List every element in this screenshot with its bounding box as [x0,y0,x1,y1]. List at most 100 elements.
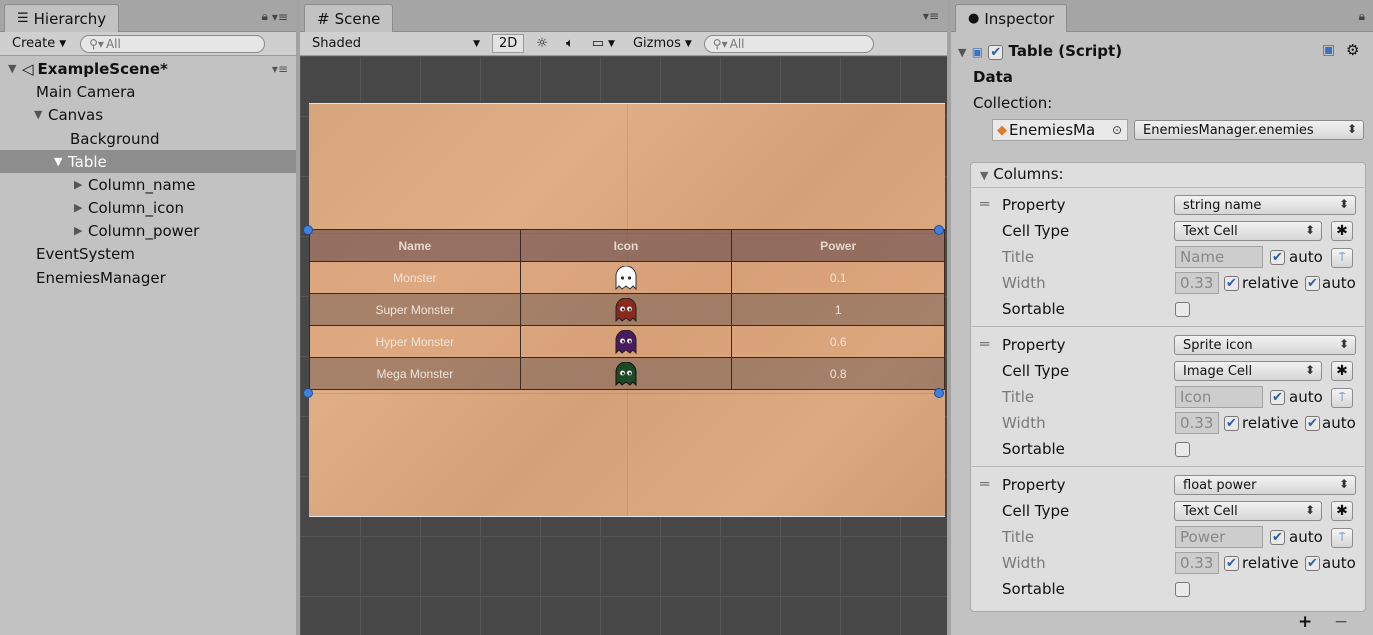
hierarchy-item-label: Column_name [88,175,196,194]
effects-toggle[interactable]: ▭ ▼ [586,35,621,52]
width-field[interactable]: 0.33 [1175,552,1219,574]
scene-tab-menu[interactable]: ▾≡ [923,9,939,23]
hierarchy-item-table[interactable]: ▼ Table [0,150,296,173]
cell-settings-button[interactable]: ✱ [1331,361,1353,381]
cell-type-dropdown[interactable]: Image Cell ⬍ [1174,361,1322,381]
add-column-button[interactable]: + [1298,612,1312,632]
property-value: float power [1183,477,1257,493]
object-picker-icon[interactable]: ⊙ [1112,123,1122,137]
menu-icon[interactable]: ▾≡ [923,9,939,23]
sortable-checkbox[interactable] [1175,302,1190,317]
lighting-toggle[interactable]: ☼ [530,35,554,52]
collection-object-value: EnemiesMa [1009,121,1096,139]
chevron-down-icon: ▼ [473,38,480,49]
audio-toggle[interactable]: 🔈︎ [560,35,580,52]
hierarchy-toolbar: Create ▼ ⚲▾ All [0,32,296,56]
component-enabled-checkbox[interactable]: ✔ [988,45,1004,60]
inspector-tab-menu[interactable]: 🔒︎ [1359,9,1365,24]
gizmos-dropdown[interactable]: Gizmos ▼ [627,35,698,52]
hierarchy-item-main-camera[interactable]: Main Camera [0,80,296,103]
expand-arrow-icon[interactable]: ▼ [958,46,966,59]
hierarchy-item-canvas[interactable]: ▼ Canvas [0,103,296,126]
cell-type-dropdown[interactable]: Text Cell ⬍ [1174,221,1322,241]
expand-arrow-icon[interactable]: ▼ [54,155,68,168]
hierarchy-item-column-name[interactable]: ▶ Column_name [0,173,296,196]
remove-column-button[interactable]: − [1334,612,1348,632]
property-dropdown[interactable]: string name ⬍ [1174,195,1356,215]
localize-button[interactable]: ⍑ [1331,248,1353,268]
rect-handle-top-right[interactable] [934,225,944,235]
collapse-arrow-icon[interactable]: ▶ [74,224,88,237]
localize-button[interactable]: ⍑ [1331,388,1353,408]
title-auto-checkbox[interactable]: ✔ [1270,250,1285,265]
width-relative-checkbox[interactable]: ✔ [1224,276,1239,291]
width-field[interactable]: 0.33 [1175,272,1219,294]
tab-scene[interactable]: # Scene [304,4,394,32]
width-auto-checkbox[interactable]: ✔ [1305,556,1320,571]
title-auto-checkbox[interactable]: ✔ [1270,530,1285,545]
mode-2d-toggle[interactable]: 2D [492,34,525,53]
scene-root-row[interactable]: ▼ ◁ ExampleScene* ▾≡ [0,57,296,80]
speaker-icon: 🔈︎ [565,36,574,51]
cell-type-label: Cell Type [1002,502,1070,520]
sortable-checkbox[interactable] [1175,582,1190,597]
ghost-icon [615,329,637,354]
tab-inspector[interactable]: ● Inspector [955,4,1068,32]
localize-button[interactable]: ⍑ [1331,528,1353,548]
hierarchy-tab-menu[interactable]: 🔒︎ ▾≡ [262,9,288,24]
title-auto-checkbox[interactable]: ✔ [1270,390,1285,405]
create-button[interactable]: Create ▼ [6,35,72,52]
cell-type-dropdown[interactable]: Text Cell ⬍ [1174,501,1322,521]
columns-foldout[interactable]: ▼ Columns: [980,165,1064,183]
expand-arrow-icon[interactable]: ▼ [980,169,988,182]
table-preview[interactable]: Name Icon Power Monster 0.1 Super Monste… [309,229,945,390]
ghost-icon [615,297,637,322]
sortable-checkbox[interactable] [1175,442,1190,457]
cell-settings-button[interactable]: ✱ [1331,221,1353,241]
menu-icon[interactable]: ▾≡ [272,10,288,24]
title-field[interactable]: Icon [1175,386,1263,408]
width-relative-checkbox[interactable]: ✔ [1224,556,1239,571]
mode-2d-label: 2D [499,36,518,51]
scene-search-input[interactable]: ⚲▾ All [703,34,874,53]
width-field[interactable]: 0.33 [1175,412,1219,434]
property-dropdown[interactable]: float power ⬍ [1174,475,1356,495]
collection-member-dropdown[interactable]: EnemiesManager.enemies ⬍ [1134,120,1364,140]
divider [972,326,1364,327]
width-relative-checkbox[interactable]: ✔ [1224,416,1239,431]
rect-handle-bottom-right[interactable] [934,388,944,398]
lock-icon[interactable]: 🔒︎ [262,9,268,24]
expand-arrow-icon[interactable]: ▼ [34,108,48,121]
drag-handle-icon[interactable]: ═ [980,335,989,353]
expand-arrow-icon[interactable]: ▼ [8,62,22,75]
hierarchy-item-background[interactable]: Background [0,127,296,150]
width-auto-checkbox[interactable]: ✔ [1305,276,1320,291]
table-cell-name: Super Monster [309,293,521,326]
hierarchy-search-input[interactable]: ⚲▾ All [80,34,266,53]
hierarchy-item-event-system[interactable]: EventSystem [0,242,296,265]
title-field[interactable]: Power [1175,526,1263,548]
rect-handle-bottom-left[interactable] [303,388,313,398]
lock-icon[interactable]: 🔒︎ [1359,9,1365,24]
hierarchy-item-column-power[interactable]: ▶ Column_power [0,219,296,242]
drag-handle-icon[interactable]: ═ [980,475,989,493]
collapse-arrow-icon[interactable]: ▶ [74,178,88,191]
cell-type-label: Cell Type [1002,362,1070,380]
hierarchy-item-enemies-manager[interactable]: EnemiesManager [0,266,296,289]
hierarchy-item-label: EnemiesManager [36,268,166,287]
property-dropdown[interactable]: Sprite icon ⬍ [1174,335,1356,355]
width-auto-checkbox[interactable]: ✔ [1305,416,1320,431]
rect-handle-top-left[interactable] [303,225,313,235]
drag-handle-icon[interactable]: ═ [980,195,989,213]
cell-settings-button[interactable]: ✱ [1331,501,1353,521]
gear-icon[interactable]: ⚙ [1346,41,1359,59]
hierarchy-item-column-icon[interactable]: ▶ Column_icon [0,196,296,219]
help-icon[interactable]: ▣ [1322,42,1335,58]
component-header[interactable]: ▼ ▣ ✔ Table (Script) [958,42,1122,60]
scene-menu-icon[interactable]: ▾≡ [272,62,288,76]
collapse-arrow-icon[interactable]: ▶ [74,201,88,214]
title-field[interactable]: Name [1175,246,1263,268]
collection-object-field[interactable]: ◆ EnemiesMa ⊙ [992,119,1128,141]
shading-mode-dropdown[interactable]: Shaded ▼ [306,35,486,52]
tab-hierarchy[interactable]: ☰ Hierarchy [4,4,120,32]
